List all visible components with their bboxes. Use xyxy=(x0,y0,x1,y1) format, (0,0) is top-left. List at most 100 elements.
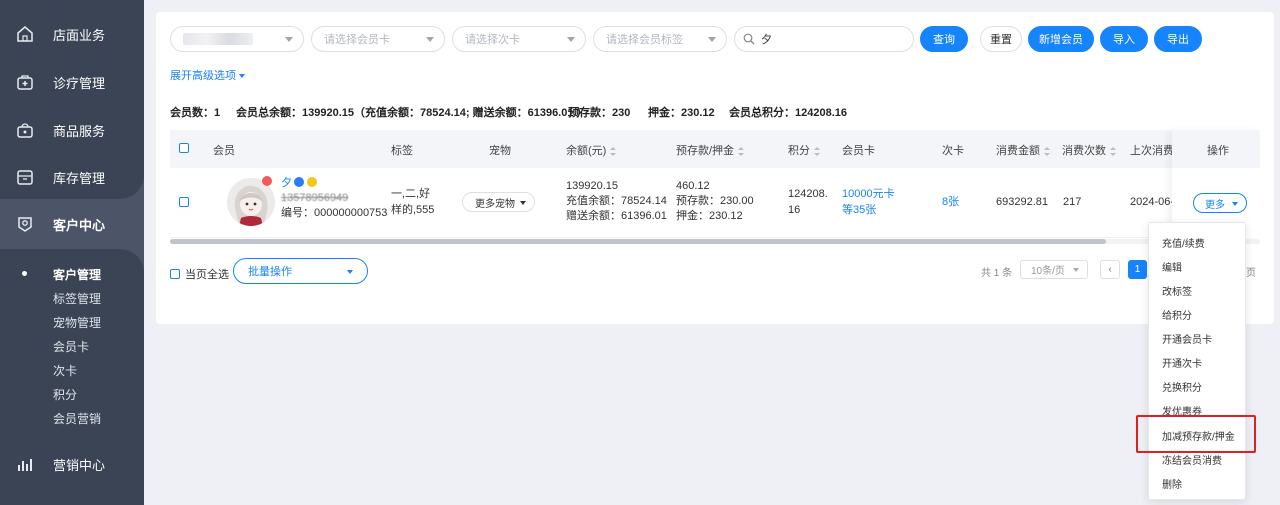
subnav-tag-management[interactable]: 标签管理 xyxy=(53,290,101,307)
query-button[interactable]: 查询 xyxy=(920,26,968,52)
sidebar: 店面业务 诊疗管理 商品服务 库存管理 客户中心 客户管理 标签管理 宠物管理 … xyxy=(0,0,144,505)
more-actions-button[interactable]: 更多 xyxy=(1193,193,1247,213)
expand-label: 展开高级选项 xyxy=(170,70,236,82)
th-spend-amount[interactable]: 消费金额 xyxy=(996,142,1050,158)
row-checkbox[interactable] xyxy=(179,197,189,207)
subnav-member-marketing[interactable]: 会员营销 xyxy=(53,410,101,427)
th-balance[interactable]: 余额(元) xyxy=(566,142,617,158)
sort-icon xyxy=(1110,146,1116,156)
more-pets-button[interactable]: 更多宠物 xyxy=(462,192,535,212)
horizontal-scrollbar[interactable] xyxy=(170,239,1260,244)
nav-label: 营销中心 xyxy=(53,457,106,473)
select-page-control[interactable]: 当页全选 xyxy=(170,266,229,282)
menu-edit[interactable]: 编辑 xyxy=(1162,259,1182,274)
member-tag-placeholder: 请选择会员标签 xyxy=(606,34,683,46)
customer-icon xyxy=(18,217,32,232)
table-header: 会员 标签 宠物 余额(元) 预存款/押金 积分 会员卡 次卡 消费金额 消费次… xyxy=(170,130,1260,168)
menu-give-points[interactable]: 给积分 xyxy=(1162,307,1192,322)
count-card-link[interactable]: 8张 xyxy=(942,195,959,210)
import-button[interactable]: 导入 xyxy=(1100,26,1148,52)
th-points[interactable]: 积分 xyxy=(788,142,820,158)
add-member-button[interactable]: 新增会员 xyxy=(1028,26,1094,52)
subnav-customer-management[interactable]: 客户管理 xyxy=(53,266,101,283)
more-actions-dropdown: 充值/续费 编辑 改标签 给积分 开通会员卡 开通次卡 兑换积分 发优惠券 加减… xyxy=(1148,222,1246,500)
member-badge-yellow xyxy=(307,177,317,187)
sort-icon xyxy=(1044,146,1050,156)
menu-delete[interactable]: 删除 xyxy=(1162,476,1182,491)
nav-label: 库存管理 xyxy=(53,170,106,186)
nav-store-business[interactable]: 店面业务 xyxy=(0,16,144,52)
main-card: 请选择会员卡 请选择次卡 请选择会员标签 夕 查询 重置 新增会员 导入 导出 … xyxy=(156,12,1274,324)
subnav-member-card[interactable]: 会员卡 xyxy=(53,338,89,355)
tag-line-1: 一,二,好 xyxy=(391,188,431,200)
points-line-1: 124208. xyxy=(788,188,828,200)
sort-icon xyxy=(738,146,745,156)
expand-advanced-options[interactable]: 展开高级选项 xyxy=(170,67,245,83)
bar-chart-icon xyxy=(18,459,32,471)
tag-line-2: 样的,555 xyxy=(391,204,435,216)
caret-down-icon xyxy=(239,74,245,79)
count-card-placeholder: 请选择次卡 xyxy=(465,34,520,46)
nav-label: 客户中心 xyxy=(53,217,106,233)
home-icon xyxy=(17,26,33,42)
member-tag-select[interactable]: 请选择会员标签 xyxy=(593,26,727,52)
nav-marketing-center[interactable]: 营销中心 xyxy=(0,446,144,482)
select-page-checkbox[interactable] xyxy=(170,269,180,279)
menu-recharge[interactable]: 充值/续费 xyxy=(1162,235,1205,250)
export-button[interactable]: 导出 xyxy=(1154,26,1202,52)
nav-inventory[interactable]: 库存管理 xyxy=(0,159,144,195)
menu-change-tag[interactable]: 改标签 xyxy=(1162,283,1192,298)
member-badge-red xyxy=(262,176,272,186)
inventory-icon xyxy=(17,170,33,185)
medical-kit-icon xyxy=(17,75,33,90)
pager-tail: 页 xyxy=(1246,268,1256,279)
th-spend-amount-label: 消费金额 xyxy=(996,145,1040,157)
spend-amount: 693292.81 xyxy=(996,196,1048,208)
page-size-select[interactable]: 10条/页 xyxy=(1020,260,1088,279)
batch-operations-select[interactable]: 批量操作 xyxy=(233,258,368,284)
th-spend-times-label: 消费次数 xyxy=(1062,145,1106,157)
sort-icon xyxy=(610,146,617,156)
select-all-checkbox[interactable] xyxy=(179,143,189,153)
menu-freeze-consumption[interactable]: 冻结会员消费 xyxy=(1162,452,1222,467)
member-name[interactable]: 夕 xyxy=(281,176,292,191)
reset-button[interactable]: 重置 xyxy=(980,26,1022,52)
caret-down-icon xyxy=(520,201,526,205)
summary-member-count: 会员数：1 xyxy=(170,107,221,119)
nav-medical[interactable]: 诊疗管理 xyxy=(0,64,144,100)
prepaid-value: 预存款：230.00 xyxy=(676,195,754,207)
deposit-value: 押金：230.12 xyxy=(676,210,743,222)
subnav-points[interactable]: 积分 xyxy=(53,386,77,403)
nav-label: 店面业务 xyxy=(53,27,106,43)
th-member-card: 会员卡 xyxy=(842,145,875,157)
subnav-count-card[interactable]: 次卡 xyxy=(53,362,77,379)
member-card-select[interactable]: 请选择会员卡 xyxy=(311,26,445,52)
menu-redeem-points[interactable]: 兑换积分 xyxy=(1162,379,1202,394)
nav-customer-center[interactable]: 客户中心 xyxy=(0,206,144,242)
th-prepaid-deposit[interactable]: 预存款/押金 xyxy=(676,142,745,158)
count-card-select[interactable]: 请选择次卡 xyxy=(452,26,586,52)
pager-total: 共 1 条 xyxy=(981,268,1013,279)
spend-times: 217 xyxy=(1063,196,1082,208)
member-card-more-link[interactable]: 等35张 xyxy=(842,203,876,218)
menu-open-count-card[interactable]: 开通次卡 xyxy=(1162,355,1202,370)
prev-page-button[interactable]: ‹ xyxy=(1100,260,1120,279)
nav-goods-service[interactable]: 商品服务 xyxy=(0,112,144,148)
search-input[interactable]: 夕 xyxy=(734,26,914,52)
summary-total-balance: 会员总余额：139920.15（充值余额：78524.14; 赠送余额：6139… xyxy=(236,107,588,119)
balance-gift: 赠送余额：61396.01 xyxy=(566,210,667,222)
subnav-pet-management[interactable]: 宠物管理 xyxy=(53,314,101,331)
scrollbar-thumb[interactable] xyxy=(170,239,1106,244)
member-card-link[interactable]: 10000元卡 xyxy=(842,187,895,202)
page-1-button[interactable]: 1 xyxy=(1128,260,1147,279)
member-badge-blue xyxy=(294,177,304,187)
nav-label: 商品服务 xyxy=(53,123,106,139)
chevron-down-icon xyxy=(426,37,434,42)
more-pets-label: 更多宠物 xyxy=(475,198,515,210)
caret-down-icon xyxy=(1073,268,1079,272)
more-actions-label: 更多 xyxy=(1205,199,1225,211)
menu-open-member-card[interactable]: 开通会员卡 xyxy=(1162,331,1212,346)
chevron-down-icon xyxy=(285,37,293,42)
store-select[interactable] xyxy=(170,26,304,52)
th-spend-times[interactable]: 消费次数 xyxy=(1062,142,1116,158)
